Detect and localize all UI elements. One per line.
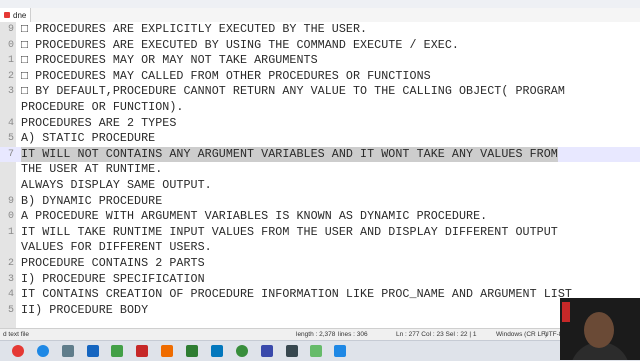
file-tab[interactable]: dne (0, 8, 32, 22)
unsaved-icon (4, 12, 10, 18)
editor-line: 1 □ PROCEDURES MAY OR MAY NOT TAKE ARGUME… (0, 53, 640, 69)
editor-line: 4 PROCEDURES ARE 2 TYPES (0, 116, 640, 132)
line-number: 5 (7, 304, 14, 316)
line-text: PROCEDURES ARE 2 TYPES (21, 115, 177, 130)
line-text: □ PROCEDURES ARE EXPLICITLY EXECUTED BY … (21, 22, 368, 36)
lines-label: lines : 306 (338, 331, 368, 338)
editor-line: ALWAYS DISPLAY SAME OUTPUT. (0, 178, 640, 194)
line-number: 5 (7, 133, 14, 145)
line-text-selected: IT WILL NOT CONTAINS ANY ARGUMENT VARIAB… (21, 146, 558, 163)
line-number: 3 (7, 86, 14, 98)
line-text: II) PROCEDURE BODY (21, 302, 149, 317)
editor-line: 0 A PROCEDURE WITH ARGUMENT VARIABLES IS … (0, 209, 640, 225)
virtualbox-icon[interactable] (261, 345, 273, 357)
editor-line: 9 B) DYNAMIC PROCEDURE (0, 194, 640, 210)
line-text: IT CONTAINS CREATION OF PROCEDURE INFORM… (21, 287, 572, 302)
screen-icon[interactable] (211, 345, 223, 357)
line-number: 4 (7, 289, 14, 301)
length-label: length : 2,378 (296, 331, 336, 338)
editor-line: 1 IT WILL TAKE RUNTIME INPUT VALUES FROM … (0, 225, 640, 241)
line-text: VALUES FOR DIFFERENT USERS. (21, 240, 212, 255)
bluetooth-icon[interactable] (87, 345, 99, 357)
line-number: 0 (7, 211, 14, 223)
line-number: 9 (7, 195, 14, 207)
editor-line: 2 PROCEDURE CONTAINS 2 PARTS (0, 256, 640, 272)
excel-icon[interactable] (186, 345, 198, 357)
editor-line: 4 IT CONTAINS CREATION OF PROCEDURE INFOR… (0, 287, 640, 303)
terminal-icon[interactable] (286, 345, 298, 357)
editor-line: 5 A) STATIC PROCEDURE (0, 131, 640, 147)
line-text: B) DYNAMIC PROCEDURE (21, 193, 163, 208)
settings-icon[interactable] (62, 345, 74, 357)
editor-line: 0 □ PROCEDURES ARE EXECUTED BY USING THE … (0, 38, 640, 54)
line-text: IT WILL TAKE RUNTIME INPUT VALUES FROM T… (21, 224, 558, 239)
editor-line: VALUES FOR DIFFERENT USERS. (0, 240, 640, 256)
notepad-icon[interactable] (310, 345, 322, 357)
file-tab-label: dne (13, 10, 27, 20)
webcam-person-head (584, 312, 614, 348)
line-text: I) PROCEDURE SPECIFICATION (21, 271, 205, 286)
line-text: PROCEDURE OR FUNCTION). (21, 100, 184, 114)
office-icon[interactable] (161, 345, 173, 357)
eol-label: Windows (CR LF) (496, 331, 548, 338)
edge-icon[interactable] (37, 345, 49, 357)
line-text: □ PROCEDURES MAY CALLED FROM OTHER PROCE… (21, 68, 431, 83)
line-text: ALWAYS DISPLAY SAME OUTPUT. (21, 178, 212, 192)
editor-line: 3 □ BY DEFAULT,PROCEDURE CANNOT RETURN AN… (0, 84, 640, 100)
cursor-position-label: Ln : 277 Col : 23 Sel : 22 | 1 (396, 331, 477, 338)
line-text: □ PROCEDURES MAY OR MAY NOT TAKE ARGUMEN… (21, 53, 318, 68)
green-app-icon[interactable] (236, 345, 248, 357)
webcam-badge (562, 302, 570, 322)
line-number: 2 (7, 70, 14, 82)
line-number: 2 (7, 258, 14, 269)
taskbar (0, 340, 640, 361)
line-text: A PROCEDURE WITH ARGUMENT VARIABLES IS K… (21, 209, 488, 224)
line-number: 1 (7, 55, 14, 67)
editor-line: 9 □ PROCEDURES ARE EXPLICITLY EXECUTED BY… (0, 22, 640, 38)
editor-line: 3 I) PROCEDURE SPECIFICATION (0, 272, 640, 288)
chrome-icon[interactable] (12, 345, 24, 357)
pdf-icon[interactable] (136, 345, 148, 357)
tab-bar: dne (0, 8, 640, 23)
line-number: 9 (7, 24, 14, 35)
editor-line: 2 □ PROCEDURES MAY CALLED FROM OTHER PROC… (0, 69, 640, 85)
line-number: 4 (7, 117, 14, 129)
line-number: 1 (7, 226, 14, 238)
line-number: 7 (7, 148, 14, 160)
editor-line: 5 II) PROCEDURE BODY (0, 303, 640, 319)
line-text: □ PROCEDURES ARE EXECUTED BY USING THE C… (21, 37, 459, 52)
editor-line: THE USER AT RUNTIME. (0, 162, 640, 178)
file-type-label: d text file (3, 331, 30, 338)
editor-line: PROCEDURE OR FUNCTION). (0, 100, 640, 116)
line-text: □ BY DEFAULT,PROCEDURE CANNOT RETURN ANY… (21, 84, 565, 99)
line-number: 3 (7, 273, 14, 285)
line-text: PROCEDURE CONTAINS 2 PARTS (21, 256, 205, 270)
line-text: THE USER AT RUNTIME. (21, 162, 163, 177)
text-editor[interactable]: 9 □ PROCEDURES ARE EXPLICITLY EXECUTED BY… (0, 22, 640, 328)
line-text: A) STATIC PROCEDURE (21, 131, 156, 146)
line-number: 0 (7, 39, 14, 51)
game-icon[interactable] (111, 345, 123, 357)
webcam-overlay (560, 298, 640, 360)
c-app-icon[interactable] (334, 345, 346, 357)
editor-line-selected: 7 IT WILL NOT CONTAINS ANY ARGUMENT VARIA… (0, 146, 640, 163)
